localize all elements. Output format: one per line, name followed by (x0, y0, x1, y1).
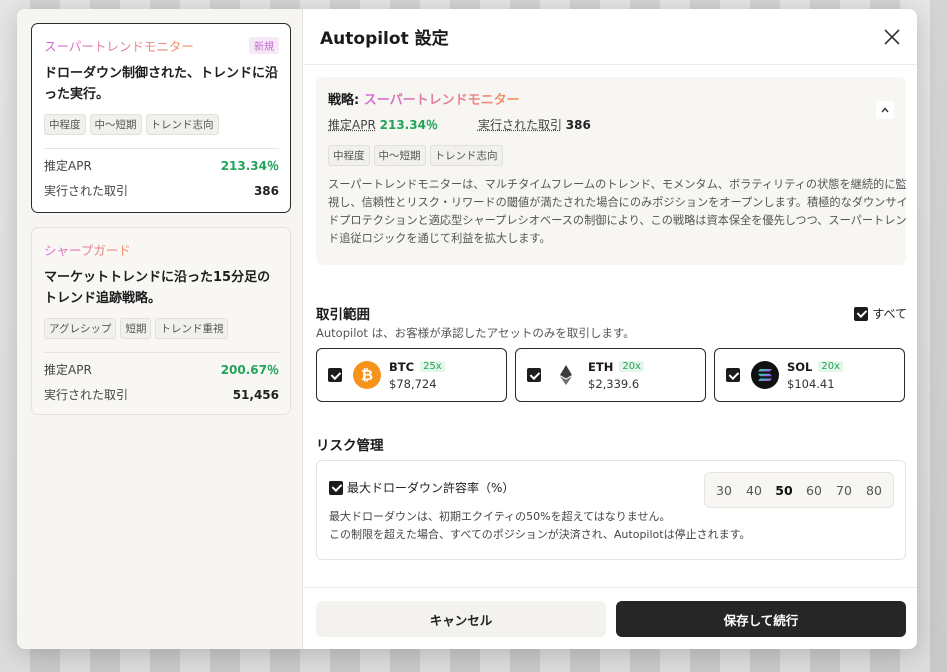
trades-row: 実行された取引 51,456 (44, 382, 279, 407)
apr-label: 推定APR (328, 118, 376, 132)
bitcoin-icon: ₿ (353, 361, 381, 389)
leverage-badge: 25x (420, 361, 445, 372)
tag: トレンド志向 (429, 145, 503, 166)
save-continue-button[interactable]: 保存して続行 (616, 601, 906, 637)
apr-value: 213.34％ (220, 159, 279, 173)
asset-price: $78,724 (389, 376, 437, 391)
checkbox-checked-icon (726, 368, 740, 382)
trades-label: 実行された取引 (44, 184, 129, 198)
solana-icon (751, 361, 779, 389)
risk-description: 最大ドローダウンは、初期エクイティの50%を超えてはなりません。 この制限を超え… (329, 508, 893, 544)
apr-value: 200.67％ (220, 363, 279, 377)
svg-text:₿: ₿ (361, 366, 373, 384)
apr-value: 213.34％ (379, 118, 438, 132)
modal-footer: キャンセル 保存して続行 (304, 587, 917, 649)
asset-sol[interactable]: SOL 20x $104.41 (714, 348, 905, 402)
modal-title: Autopilot 設定 (320, 29, 449, 49)
risk-title: リスク管理 (316, 438, 384, 454)
drawdown-option-70[interactable]: 70 (829, 483, 859, 498)
apr-label: 推定APR (44, 363, 92, 377)
trade-scope-subtitle: Autopilot は、お客様が承認したアセットのみを取引します。 (316, 326, 635, 340)
drawdown-option-60[interactable]: 60 (799, 483, 829, 498)
trades-value: 386 (253, 183, 279, 198)
max-drawdown-label: 最大ドローダウン許容率（%） (347, 481, 515, 495)
trades-row: 実行された取引 386 (44, 178, 279, 203)
tag: 短期 (120, 318, 152, 339)
strategy-card-name: スーパートレンドモニター (44, 36, 194, 55)
apr-row: 推定APR 200.67％ (44, 357, 279, 382)
ethereum-icon (552, 361, 580, 389)
risk-description-line: 最大ドローダウンは、初期エクイティの50%を超えてはなりません。 (329, 510, 671, 523)
strategy-trades: 実行された取引 386 (478, 116, 591, 133)
strategy-summary: 戦略: スーパートレンドモニター 推定APR 213.34％ 実行された取引 3… (316, 77, 908, 265)
collapse-button[interactable] (876, 101, 894, 119)
tag: 中程度 (44, 114, 86, 135)
strategy-card-description: ドローダウン制御された、トレンドに沿った実行。 (44, 66, 279, 102)
risk-management-box: 最大ドローダウン許容率（%） 30 40 50 60 70 80 最大ドローダウ… (316, 460, 906, 560)
strategy-card-description: マーケットトレンドに沿った15分足のトレンド追跡戦略。 (44, 270, 271, 306)
chevron-up-icon (881, 107, 889, 113)
checkbox-checked-icon (329, 480, 343, 495)
strategy-card-tags: 中程度 中～短期 トレンド志向 (44, 114, 279, 135)
strategy-card-name: シャープガード (44, 240, 131, 259)
modal-header: Autopilot 設定 (304, 9, 917, 65)
cancel-button[interactable]: キャンセル (316, 601, 606, 637)
asset-eth[interactable]: ETH 20x $2,339.6 (515, 348, 706, 402)
asset-btc[interactable]: ₿ BTC 25x $78,724 (316, 348, 507, 402)
leverage-badge: 20x (818, 361, 844, 372)
leverage-badge: 20x (619, 361, 644, 372)
strategy-card-tags: アグレシップ 短期 トレンド重視 (44, 318, 279, 339)
autopilot-settings-modal: スーパートレンドモニター 新規 ドローダウン制御された、トレンドに沿った実行。 … (17, 9, 917, 649)
drawdown-option-40[interactable]: 40 (739, 483, 769, 498)
trades-value: 51,456 (232, 387, 279, 402)
settings-panel: Autopilot 設定 戦略: スーパートレンドモニター 推定APR 213.… (304, 9, 917, 649)
drawdown-option-30[interactable]: 30 (709, 483, 739, 498)
checkbox-checked-icon (854, 306, 869, 321)
strategy-card-supertrend[interactable]: スーパートレンドモニター 新規 ドローダウン制御された、トレンドに沿った実行。 … (31, 23, 291, 213)
close-icon (884, 29, 900, 45)
strategy-title: 戦略: スーパートレンドモニター (328, 89, 894, 108)
strategy-stats: 推定APR 213.34％ 実行された取引 386 (328, 116, 894, 133)
apr-row: 推定APR 213.34％ (44, 153, 279, 178)
asset-symbol: BTC (389, 359, 415, 374)
strategy-tags: 中程度 中～短期 トレンド志向 (328, 145, 894, 166)
tag: アグレシップ (44, 318, 117, 339)
drawdown-option-50[interactable]: 50 (769, 483, 799, 498)
trades-label: 実行された取引 (44, 388, 129, 402)
tag: 中程度 (328, 145, 370, 166)
tag: トレンド重視 (155, 318, 229, 339)
tag: 中～短期 (373, 145, 426, 166)
close-button[interactable] (881, 26, 903, 48)
select-all-checkbox[interactable]: すべて (854, 305, 907, 322)
tag: トレンド志向 (145, 114, 219, 135)
checkbox-checked-icon (328, 368, 342, 382)
risk-description-line: この制限を超えた場合、すべてのポジションが決済され、Autopilotは停止され… (329, 528, 751, 541)
asset-price: $2,339.6 (588, 376, 640, 391)
new-badge: 新規 (249, 36, 279, 54)
strategy-description: スーパートレンドモニターは、マルチタイムフレームのトレンド、モメンタム、ボラティ… (328, 178, 908, 245)
asset-price: $104.41 (787, 376, 835, 391)
strategy-list: スーパートレンドモニター 新規 ドローダウン制御された、トレンドに沿った実行。 … (17, 9, 303, 649)
asset-symbol: SOL (787, 359, 813, 374)
tag: 中～短期 (89, 114, 142, 135)
strategy-name: スーパートレンドモニター (363, 93, 520, 108)
strategy-prefix: 戦略: (328, 93, 364, 108)
divider (44, 148, 279, 149)
asset-symbol: ETH (588, 359, 614, 374)
trades-label: 実行された取引 (477, 118, 562, 132)
trade-scope-title: 取引範囲 (316, 307, 370, 323)
apr-label: 推定APR (44, 159, 92, 173)
strategy-apr: 推定APR 213.34％ (328, 116, 438, 133)
divider (44, 352, 279, 353)
trades-value: 386 (565, 118, 591, 132)
checkbox-checked-icon (527, 368, 541, 382)
drawdown-option-80[interactable]: 80 (859, 483, 889, 498)
select-all-label: すべて (872, 307, 907, 321)
strategy-card-sharpguard[interactable]: シャープガード マーケットトレンドに沿った15分足のトレンド追跡戦略。 アグレシ… (31, 227, 291, 415)
drawdown-selector: 30 40 50 60 70 80 (704, 472, 894, 508)
